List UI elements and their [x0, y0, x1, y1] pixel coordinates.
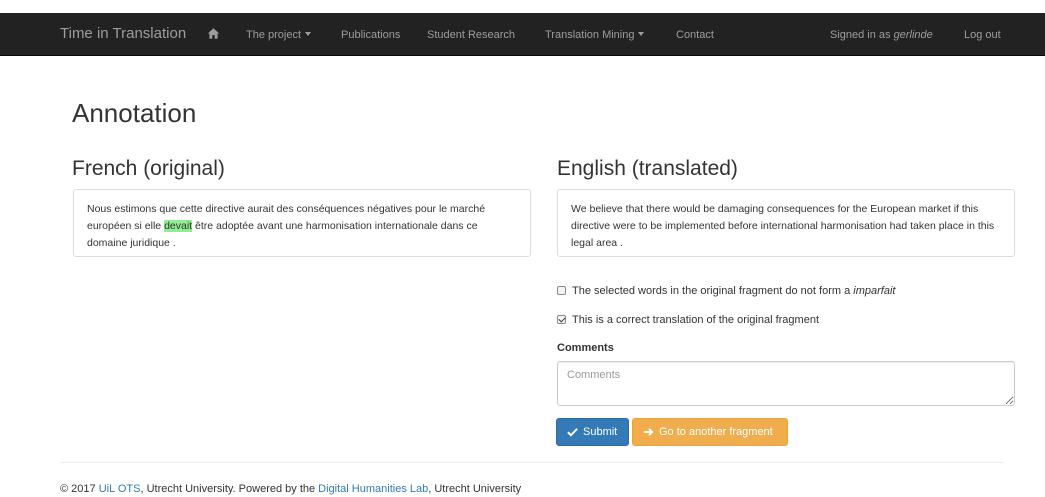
nav-project-label: The project: [246, 29, 302, 41]
not-imparfait-checkbox-row[interactable]: The selected words in the original fragm…: [557, 285, 895, 297]
home-icon[interactable]: [207, 27, 220, 40]
nav-translation-mining-dropdown[interactable]: Translation Mining: [545, 29, 645, 41]
logout-link[interactable]: Log out: [964, 29, 1001, 41]
caret-down-icon: [305, 32, 312, 36]
another-fragment-button[interactable]: Go to another fragment: [632, 418, 788, 446]
nav-publications[interactable]: Publications: [341, 29, 400, 41]
not-imparfait-label: The selected words in the original fragm…: [572, 285, 851, 297]
top-navbar: Time in Translation The project Publicat…: [0, 13, 1045, 56]
caret-down-icon: [638, 32, 645, 36]
translation-heading: English (translated): [557, 157, 738, 180]
another-fragment-label: Go to another fragment: [659, 426, 773, 438]
not-imparfait-checkbox[interactable]: [557, 286, 566, 295]
footer-middle: , Utrecht University. Powered by the: [140, 483, 319, 495]
footer-copyright: © 2017: [60, 483, 99, 495]
signed-in-prefix: Signed in as: [830, 29, 891, 41]
original-fragment: Nous estimons que cette directive aurait…: [73, 189, 531, 257]
footer-divider: [60, 462, 1004, 463]
correct-translation-label: This is a correct translation of the ori…: [572, 314, 820, 326]
submit-label: Submit: [583, 426, 618, 438]
arrow-right-icon: [643, 428, 654, 436]
original-heading: French (original): [72, 157, 225, 180]
nav-contact[interactable]: Contact: [676, 29, 714, 41]
correct-translation-checkbox[interactable]: [557, 315, 566, 324]
submit-button[interactable]: Submit: [556, 418, 629, 446]
footer: © 2017 UiL OTS, Utrecht University. Powe…: [60, 483, 521, 495]
brand-link[interactable]: Time in Translation: [60, 25, 186, 42]
footer-suffix: , Utrecht University: [428, 483, 522, 495]
username: gerlinde: [893, 29, 933, 41]
page-title: Annotation: [72, 98, 197, 128]
translated-text: We believe that there would be damaging …: [571, 203, 995, 249]
highlighted-word: devait: [164, 220, 193, 232]
nav-project-dropdown[interactable]: The project: [246, 29, 312, 41]
comments-label: Comments: [557, 342, 614, 354]
correct-translation-checkbox-row[interactable]: This is a correct translation of the ori…: [557, 314, 819, 326]
check-icon: [567, 428, 578, 437]
comments-textarea[interactable]: [557, 361, 1015, 406]
imparfait-term: imparfait: [853, 285, 896, 297]
digital-humanities-lab-link[interactable]: Digital Humanities Lab: [318, 483, 428, 495]
uil-ots-link[interactable]: UiL OTS: [99, 483, 141, 495]
nav-translation-mining-label: Translation Mining: [545, 29, 635, 41]
signed-in-status: Signed in as gerlinde: [830, 29, 933, 41]
translated-fragment: We believe that there would be damaging …: [557, 189, 1015, 257]
nav-student-research[interactable]: Student Research: [427, 29, 515, 41]
